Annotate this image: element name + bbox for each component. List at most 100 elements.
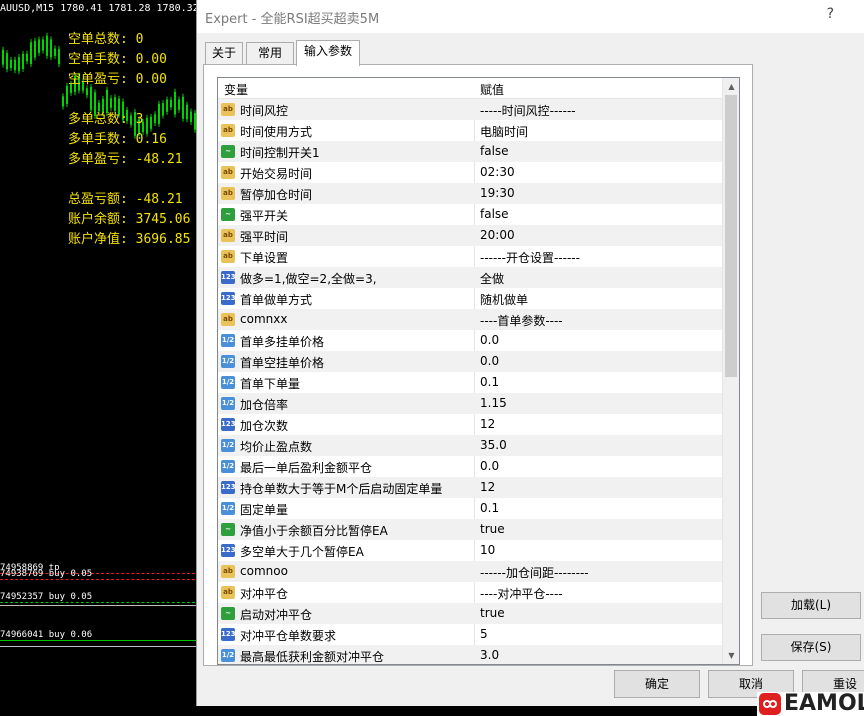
parameter-row[interactable]: 1/2 加仓倍率 1.15: [218, 393, 724, 414]
parameter-value[interactable]: true: [480, 522, 505, 536]
parameter-value[interactable]: 10: [480, 543, 495, 557]
parameter-row[interactable]: ~ 时间控制开关1 false: [218, 141, 724, 162]
parameter-name: 均价止盈点数: [240, 440, 313, 454]
parameter-row[interactable]: ab 开始交易时间 02:30: [218, 162, 724, 183]
parameter-row[interactable]: 123 持仓单数大于等于M个后启动固定单量 12: [218, 477, 724, 498]
parameter-row[interactable]: 123 加仓次数 12: [218, 414, 724, 435]
parameter-name: 多空单大于几个暂停EA: [240, 545, 364, 559]
parameter-row[interactable]: 123 做多=1,做空=2,全做=3, 全做: [218, 267, 724, 288]
help-button[interactable]: ?: [827, 6, 834, 22]
parameter-row[interactable]: 1/2 最高最低获利金额对冲平仓 3.0: [218, 645, 724, 664]
eamol-logo-icon: [759, 693, 781, 715]
parameter-row[interactable]: ~ 净值小于余额百分比暂停EA true: [218, 519, 724, 540]
parameter-value[interactable]: 19:30: [480, 186, 515, 200]
parameter-row[interactable]: ab 对冲平仓 ----对冲平仓----: [218, 582, 724, 603]
parameter-row[interactable]: 1/2 均价止盈点数 35.0: [218, 435, 724, 456]
tab-about[interactable]: 关于: [205, 42, 243, 64]
parameter-value[interactable]: 0.0: [480, 459, 499, 473]
vertical-scrollbar[interactable]: ▲ ▼: [722, 78, 739, 664]
parameter-row[interactable]: ab comnxx ----首单参数----: [218, 309, 724, 330]
dialog-titlebar[interactable]: Expert - 全能RSI超买超卖5M ?: [197, 0, 864, 33]
tab-common[interactable]: 常用: [246, 42, 294, 64]
candle-body: [166, 99, 168, 112]
parameter-row[interactable]: ab 强平时间 20:00: [218, 225, 724, 246]
double-type-icon: 1/2: [221, 460, 235, 473]
parameter-row[interactable]: 1/2 最后一单后盈利金额平仓 0.0: [218, 456, 724, 477]
parameter-value[interactable]: 电脑时间: [480, 123, 528, 140]
order-line[interactable]: [0, 579, 200, 580]
load-button[interactable]: 加载(L): [761, 592, 861, 619]
parameter-row[interactable]: 1/2 首单下单量 0.1: [218, 372, 724, 393]
parameter-value[interactable]: true: [480, 606, 505, 620]
parameter-row[interactable]: 123 对冲平仓单数要求 5: [218, 624, 724, 645]
parameter-value[interactable]: 20:00: [480, 228, 515, 242]
parameter-value[interactable]: 0.0: [480, 333, 499, 347]
parameter-value[interactable]: 0.1: [480, 501, 499, 515]
account-stat: 账户净值: 3696.85: [68, 232, 191, 247]
parameter-name: 最后一单后盈利金额平仓: [240, 461, 373, 475]
ok-button[interactable]: 确定: [614, 670, 700, 698]
parameter-row[interactable]: ~ 强平开关 false: [218, 204, 724, 225]
parameter-value[interactable]: 12: [480, 480, 495, 494]
integer-type-icon: 123: [221, 628, 236, 641]
boolean-type-icon: ~: [221, 607, 235, 620]
price-chart[interactable]: AUUSD,M15 1780.41 1781.28 1780.32 1781.2…: [0, 0, 200, 716]
dialog-title: Expert - 全能RSI超买超卖5M: [205, 12, 380, 27]
scroll-up-arrow-icon[interactable]: ▲: [723, 78, 739, 95]
parameter-value[interactable]: ----对冲平仓----: [480, 585, 563, 602]
parameter-value[interactable]: -----时间风控------: [480, 102, 576, 119]
boolean-type-icon: ~: [221, 523, 235, 536]
parameter-row[interactable]: 1/2 首单空挂单价格 0.0: [218, 351, 724, 372]
string-type-icon: ab: [221, 229, 235, 242]
parameter-value[interactable]: ----首单参数----: [480, 312, 563, 329]
parameter-row[interactable]: ab 时间风控 -----时间风控------: [218, 99, 724, 120]
string-type-icon: ab: [221, 166, 235, 179]
candle-body: [22, 53, 24, 69]
scroll-down-arrow-icon[interactable]: ▼: [723, 647, 739, 664]
candle-body: [50, 39, 52, 58]
column-header-value[interactable]: 赋值: [480, 81, 504, 98]
parameter-row[interactable]: ab 暂停加仓时间 19:30: [218, 183, 724, 204]
chart-title: AUUSD,M15 1780.41 1781.28 1780.32 1781.2: [0, 3, 200, 14]
parameter-value[interactable]: ------加仓间距--------: [480, 564, 589, 581]
save-button[interactable]: 保存(S): [761, 634, 861, 661]
parameter-row[interactable]: 1/2 首单多挂单价格 0.0: [218, 330, 724, 351]
order-line[interactable]: [0, 640, 200, 641]
double-type-icon: 1/2: [221, 334, 235, 347]
parameter-value[interactable]: 1.15: [480, 396, 507, 410]
parameter-value[interactable]: 随机做单: [480, 291, 528, 308]
parameter-name: 首单做单方式: [240, 293, 313, 307]
candle-body: [154, 114, 156, 124]
parameter-row[interactable]: ~ 启动对冲平仓 true: [218, 603, 724, 624]
parameter-row[interactable]: ab comnoo ------加仓间距--------: [218, 561, 724, 582]
scroll-thumb[interactable]: [725, 95, 737, 377]
integer-type-icon: 123: [221, 271, 236, 284]
candle-body: [174, 91, 176, 115]
parameter-row[interactable]: 1/2 固定单量 0.1: [218, 498, 724, 519]
parameter-value[interactable]: ------开仓设置------: [480, 249, 580, 266]
parameters-grid: 变量 赋值 ab 时间风控 -----时间风控------ ab 时间使用方式 电脑时间 ~…: [217, 77, 740, 665]
string-type-icon: ab: [221, 250, 235, 263]
candle-body: [162, 103, 164, 116]
parameter-name: 启动对冲平仓: [240, 608, 313, 622]
parameter-row[interactable]: ab 下单设置 ------开仓设置------: [218, 246, 724, 267]
column-header-variable[interactable]: 变量: [224, 81, 248, 98]
parameter-name: 暂停加仓时间: [240, 188, 313, 202]
parameter-row[interactable]: 123 首单做单方式 随机做单: [218, 288, 724, 309]
parameter-value[interactable]: 5: [480, 627, 488, 641]
candle-body: [30, 42, 32, 65]
parameter-value[interactable]: 02:30: [480, 165, 515, 179]
parameter-value[interactable]: false: [480, 207, 509, 221]
parameter-row[interactable]: ab 时间使用方式 电脑时间: [218, 120, 724, 141]
order-line[interactable]: [0, 602, 200, 603]
parameter-value[interactable]: 35.0: [480, 438, 507, 452]
string-type-icon: ab: [221, 586, 235, 599]
parameter-row[interactable]: 123 多空单大于几个暂停EA 10: [218, 540, 724, 561]
parameter-value[interactable]: 全做: [480, 270, 504, 287]
tab-inputs[interactable]: 输入参数: [296, 40, 360, 66]
parameter-value[interactable]: 3.0: [480, 648, 499, 662]
parameter-value[interactable]: 0.0: [480, 354, 499, 368]
parameter-value[interactable]: 0.1: [480, 375, 499, 389]
parameter-value[interactable]: 12: [480, 417, 495, 431]
parameter-value[interactable]: false: [480, 144, 509, 158]
